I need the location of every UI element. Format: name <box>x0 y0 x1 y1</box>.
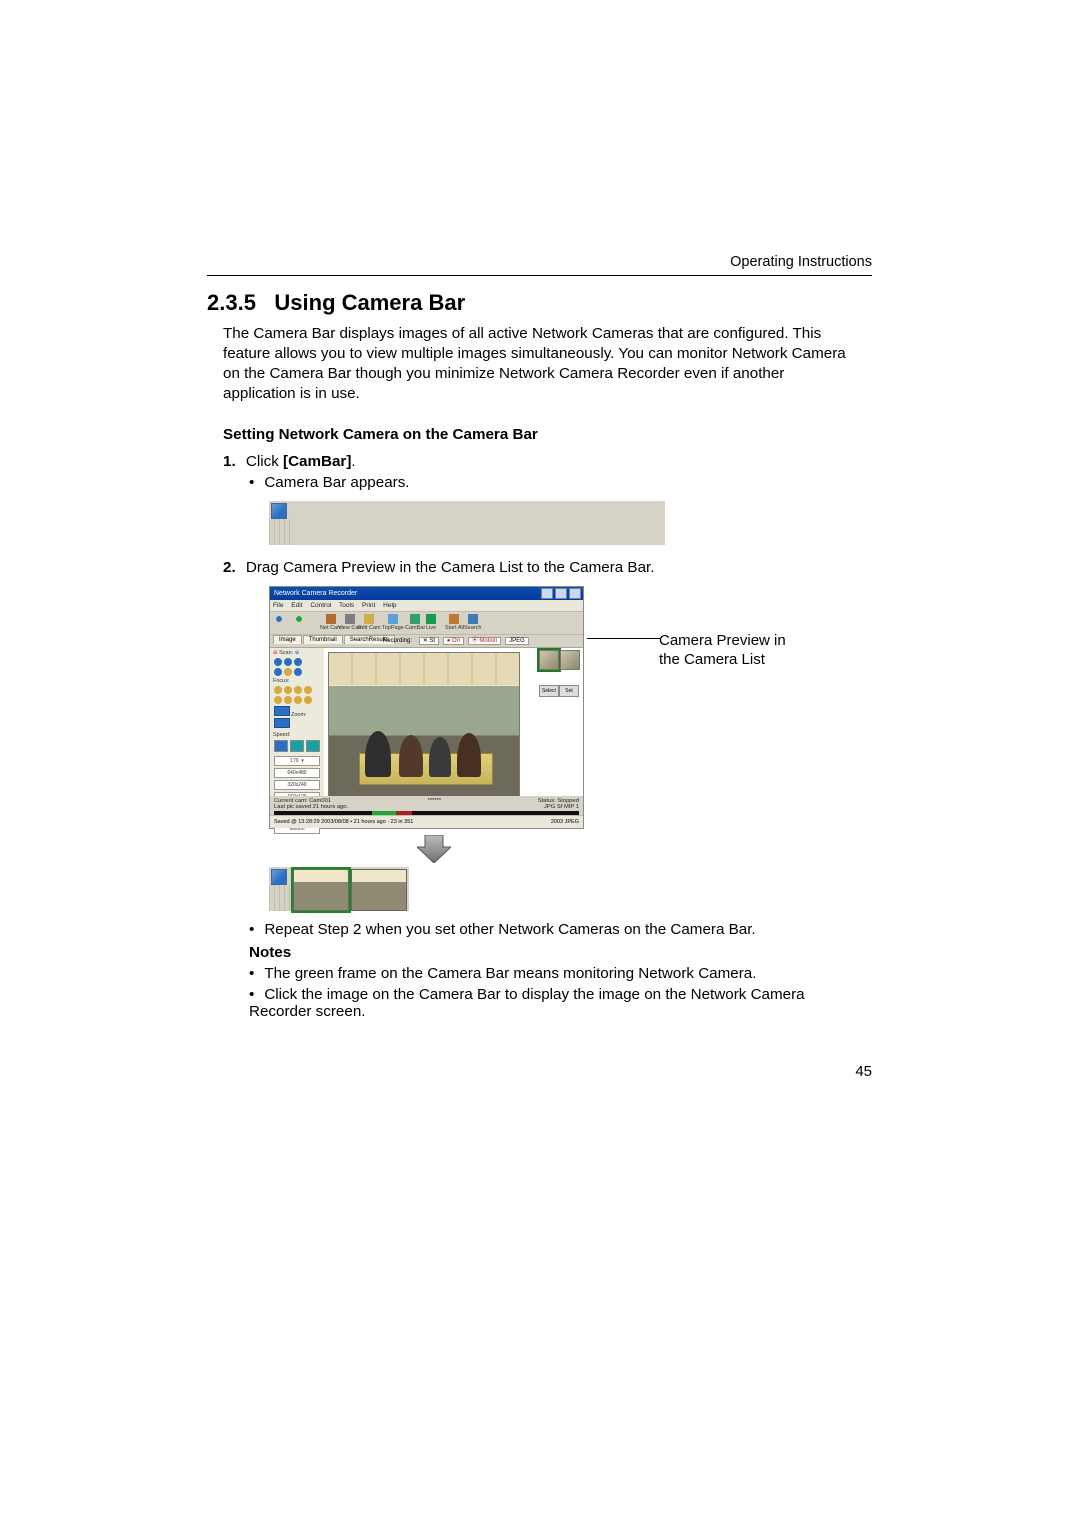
step-2: 2. Drag Camera Preview in the Camera Lis… <box>223 559 873 576</box>
cambar-thumb-1 <box>293 869 349 911</box>
rec-jpeg: JPEG <box>505 637 529 645</box>
step-1-pre: Click <box>246 453 283 470</box>
header-rule <box>207 275 872 276</box>
menu-edit: Edit <box>291 602 302 609</box>
rec-label: Recording: <box>380 638 415 644</box>
tb-toppage: TopPage <box>382 614 404 631</box>
tb-search: Search <box>464 614 481 631</box>
section-heading: 2.3.5 Using Camera Bar <box>207 290 873 316</box>
note-1: The green frame on the Camera Bar means … <box>249 965 849 982</box>
maximize-icon <box>555 588 567 599</box>
status-stars: ****** <box>428 798 442 804</box>
subheading: Setting Network Camera on the Camera Bar <box>223 426 873 443</box>
running-header: Operating Instructions <box>730 254 872 270</box>
minimize-icon <box>541 588 553 599</box>
figure-camera-bar-filled <box>269 867 409 911</box>
menu-file: File <box>273 602 283 609</box>
cambar-grip <box>269 519 291 545</box>
callout-leader-line <box>587 638 661 639</box>
tb-fwd <box>294 614 304 625</box>
callout-text: Camera Preview in the Camera List <box>659 631 849 669</box>
status-last: Last pic saved 21 hours ago. <box>274 804 348 810</box>
camera-viewport <box>328 652 520 804</box>
notes-label: Notes <box>249 944 873 961</box>
tb-cambar: CamBar <box>405 614 425 631</box>
cambar2-grip <box>269 885 291 911</box>
app-tabs: ImageThumbnailSearchResults Recording: ✕… <box>270 635 583 648</box>
step-2-repeat-bullet: Repeat Step 2 when you set other Network… <box>249 921 873 938</box>
footer-right: 2003 JPEG <box>551 816 579 828</box>
status-jpg: JPG Sf MIP 1 <box>544 804 579 810</box>
step-2-text: Drag Camera Preview in the Camera List t… <box>246 559 655 576</box>
step-1: 1. Click [CamBar]. <box>223 453 873 470</box>
menu-tools: Tools <box>339 602 354 609</box>
figure-app-wrapper: Camera Preview in the Camera List Networ… <box>269 586 869 829</box>
rec-on: ● On <box>443 637 464 645</box>
cambar-thumb-2 <box>351 869 407 911</box>
recording-cluster: Recording: ✕ St ● On ⦿ Motion JPEG <box>380 635 531 644</box>
rec-motion: ⦿ Motion <box>468 637 502 645</box>
step-1-number: 1. <box>223 453 236 470</box>
note-2: Click the image on the Camera Bar to dis… <box>249 986 849 1020</box>
intro-paragraph: The Camera Bar displays images of all ac… <box>223 324 859 404</box>
cambar2-handle-icon <box>271 869 287 885</box>
app-title: Network Camera Recorder <box>274 590 357 597</box>
tb-editcam: Edit Cam <box>358 614 381 631</box>
menu-control: Control <box>310 602 331 609</box>
close-icon <box>569 588 581 599</box>
step-1-bullet: Camera Bar appears. <box>249 474 873 491</box>
tb-live: Live <box>426 614 436 631</box>
callout-line1: Camera Preview in <box>659 632 786 649</box>
content-column: 2.3.5 Using Camera Bar The Camera Bar di… <box>207 290 873 1020</box>
tab-image: Image <box>273 635 302 644</box>
app-body: ⊖ Scan: ⊕ Focus: Zoom: Speed: 170 ▾ 640x… <box>270 648 583 810</box>
app-menubar: File Edit Control Tools Print Help <box>270 600 583 611</box>
step-1-post: . <box>351 453 355 470</box>
ptz-pad <box>274 658 320 666</box>
tab-thumbnail: Thumbnail <box>303 635 343 644</box>
cambar-handle-icon <box>271 503 287 519</box>
heading-title: Using Camera Bar <box>274 290 465 315</box>
camera-list: SelectSet <box>539 650 581 697</box>
size-320: 320x240 <box>274 780 320 790</box>
status-bar: Current cam: Cam001 ****** Status: Stopp… <box>270 796 583 816</box>
size-170: 170 ▾ <box>274 756 320 766</box>
window-buttons <box>541 588 581 599</box>
size-640: 640x480 <box>274 768 320 778</box>
camera-preview-thumb-1 <box>539 650 559 670</box>
tb-startall: Start All <box>445 614 464 631</box>
down-arrow-icon <box>417 835 451 863</box>
footer-left: Saved @ 13:28:29 2003/08/08 • 21 hours a… <box>274 816 413 828</box>
footer-bar: Saved @ 13:28:29 2003/08/08 • 21 hours a… <box>270 815 583 828</box>
figure-camera-bar-empty <box>269 501 665 545</box>
figure-app-screenshot: Network Camera Recorder File Edit Contro… <box>269 586 584 829</box>
step-1-bold: [CamBar] <box>283 453 351 470</box>
camera-preview-thumb-2 <box>560 650 580 670</box>
menu-help: Help <box>383 602 396 609</box>
rec-stop: ✕ St <box>419 637 439 645</box>
camlist-set: Set <box>559 685 579 697</box>
callout-line2: the Camera List <box>659 651 765 668</box>
app-toolbar: Net Cam View Cam Edit Cam TopPage CamBar… <box>270 611 583 635</box>
heading-number: 2.3.5 <box>207 290 256 315</box>
camlist-select: Select <box>539 685 559 697</box>
page-number: 45 <box>855 1063 872 1080</box>
step-2-number: 2. <box>223 559 236 576</box>
tb-back <box>274 614 284 625</box>
app-titlebar: Network Camera Recorder <box>270 587 583 600</box>
side-panel: ⊖ Scan: ⊕ Focus: Zoom: Speed: 170 ▾ 640x… <box>270 648 324 810</box>
menu-print: Print <box>362 602 375 609</box>
